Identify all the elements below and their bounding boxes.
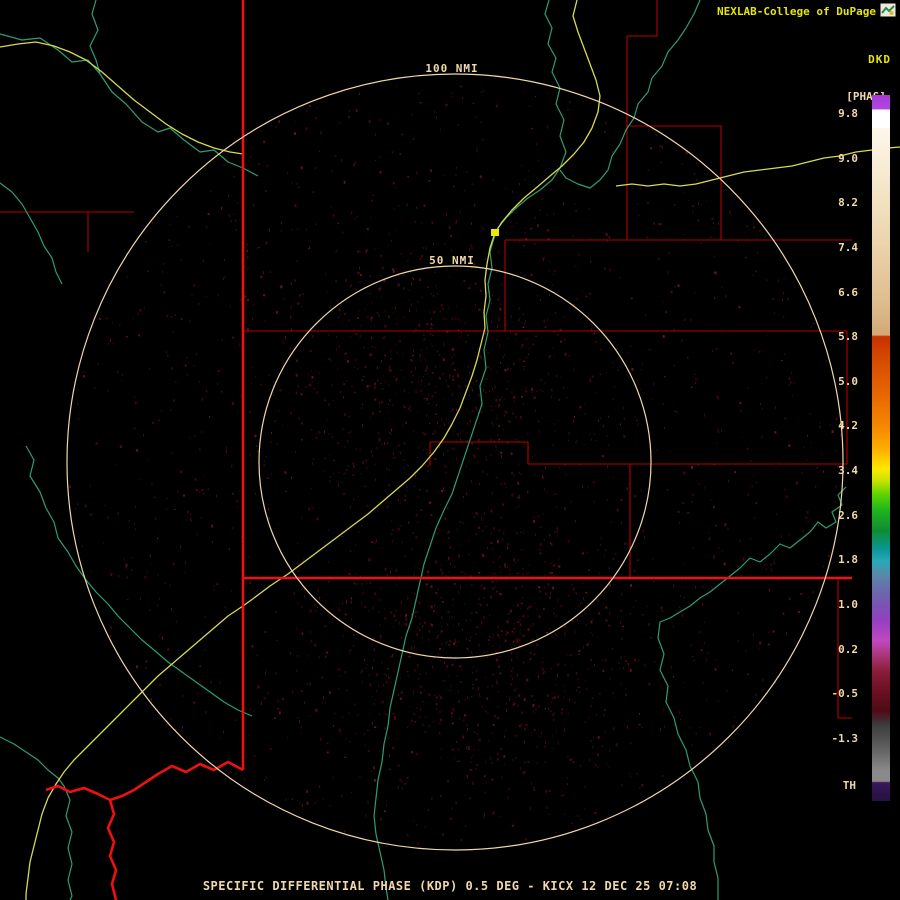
colorbar-scale-value: 4.2 bbox=[816, 419, 858, 432]
city-marker bbox=[491, 229, 499, 236]
range-ring-label-50nmi: 50 NMI bbox=[429, 254, 475, 267]
range-ring-100nmi bbox=[67, 74, 843, 850]
colorbar-scale-value: 3.4 bbox=[816, 464, 858, 477]
colorbar-scale-value: 0.2 bbox=[816, 643, 858, 656]
colorbar-scale-value: 9.8 bbox=[816, 107, 858, 120]
cod-logo-icon bbox=[880, 3, 896, 17]
highway bbox=[26, 0, 600, 900]
county-boundary bbox=[505, 0, 852, 331]
colorbar-scale-value: 7.4 bbox=[816, 241, 858, 254]
threshold-label: TH bbox=[843, 779, 856, 792]
highway bbox=[0, 42, 243, 154]
range-ring-50nmi bbox=[259, 266, 651, 658]
colorbar-scale-value: 1.0 bbox=[816, 598, 858, 611]
colorbar-scale-value: -0.5 bbox=[816, 687, 858, 700]
river bbox=[26, 446, 252, 716]
river bbox=[90, 0, 100, 74]
state-boundaries-layer bbox=[46, 0, 852, 900]
colorbar-scale-value: 5.8 bbox=[816, 330, 858, 343]
county-boundary bbox=[243, 331, 847, 578]
range-rings-layer bbox=[67, 74, 843, 850]
radar-map bbox=[0, 0, 900, 900]
colorbar-scale-value: 8.2 bbox=[816, 196, 858, 209]
attribution-text: NEXLAB-College of DuPage bbox=[717, 5, 876, 18]
colorbar-scale-value: 2.6 bbox=[816, 509, 858, 522]
product-code-label: DKD bbox=[868, 53, 891, 66]
product-title: SPECIFIC DIFFERENTIAL PHASE (KDP) 0.5 DE… bbox=[0, 879, 900, 893]
radar-screen: 100 NMI 50 NMI NEXLAB-College of DuPage … bbox=[0, 0, 900, 900]
highways-layer bbox=[0, 0, 900, 900]
colorbar bbox=[872, 95, 890, 801]
county-boundary bbox=[0, 212, 134, 252]
river bbox=[0, 737, 72, 900]
river bbox=[0, 34, 258, 176]
colorbar-scale-value: 1.8 bbox=[816, 553, 858, 566]
range-ring-label-100nmi: 100 NMI bbox=[425, 62, 478, 75]
radar-echo-layer bbox=[69, 86, 841, 847]
river bbox=[560, 0, 700, 188]
colorbar-scale-value: 9.0 bbox=[816, 152, 858, 165]
colorbar-scale-value: 6.6 bbox=[816, 286, 858, 299]
river bbox=[0, 183, 62, 284]
colorbar-scale-value: 5.0 bbox=[816, 375, 858, 388]
colorbar-scale-value: -1.3 bbox=[816, 732, 858, 745]
